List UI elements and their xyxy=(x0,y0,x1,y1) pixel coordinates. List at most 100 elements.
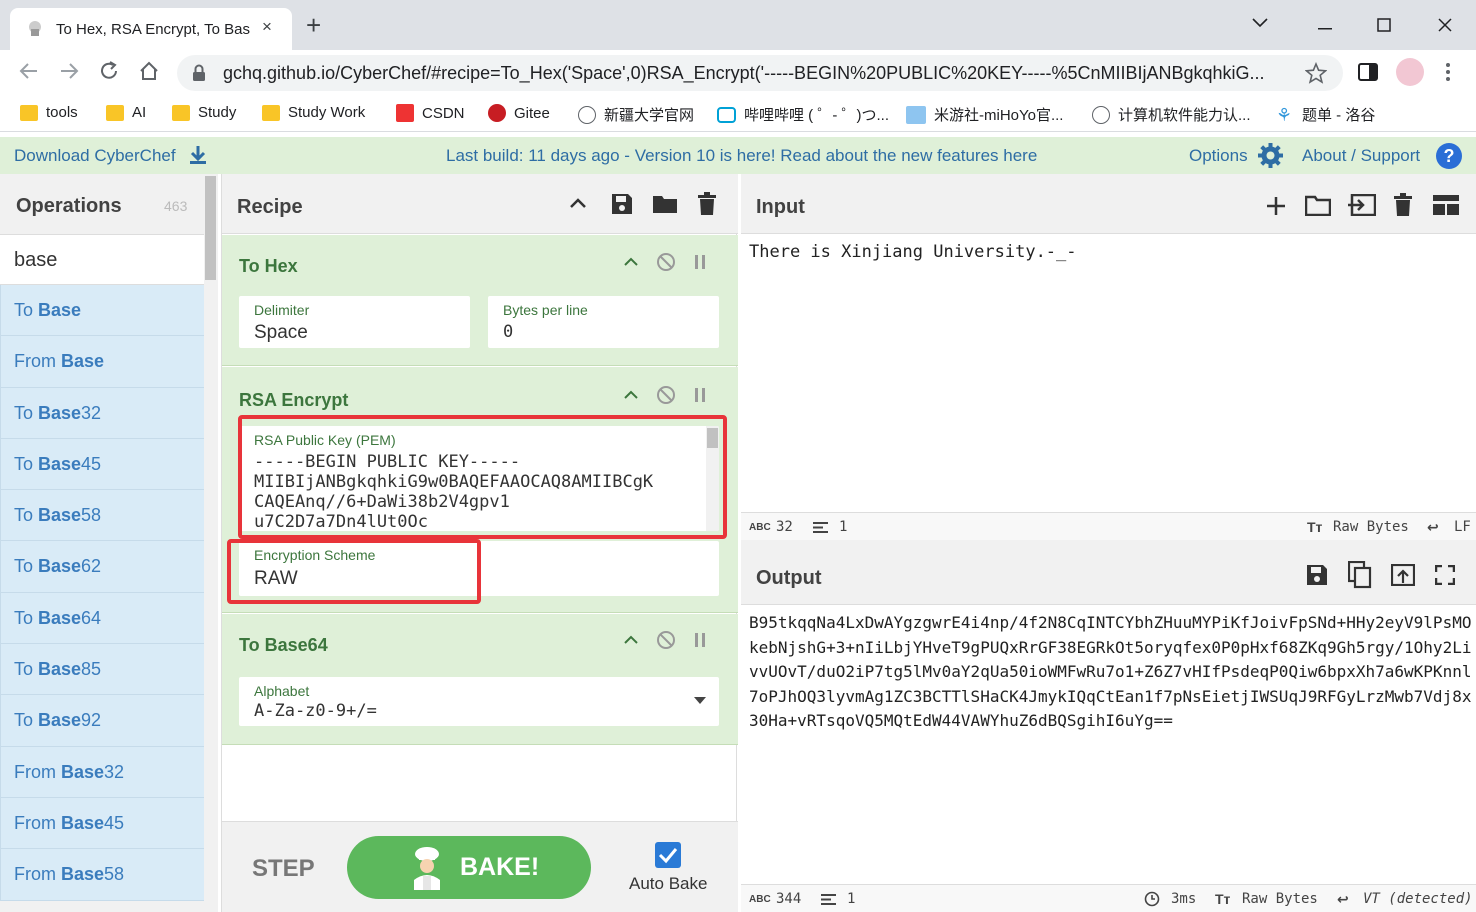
operations-scrollbar[interactable] xyxy=(204,174,218,912)
input-eol[interactable]: LF xyxy=(1454,519,1471,535)
disable-icon[interactable] xyxy=(656,630,676,650)
disable-icon[interactable] xyxy=(656,385,676,405)
help-icon[interactable]: ? xyxy=(1436,143,1462,169)
bytes-per-line-field[interactable]: Bytes per line 0 xyxy=(488,296,719,348)
disable-icon[interactable] xyxy=(656,252,676,272)
input-char-count: 32 xyxy=(776,519,793,535)
close-window-icon[interactable] xyxy=(1438,18,1452,32)
bookmark-study[interactable]: Study xyxy=(172,104,236,121)
rsa-encrypt-title[interactable]: RSA Encrypt xyxy=(239,390,348,411)
home-icon[interactable] xyxy=(138,60,160,82)
maximize-icon[interactable] xyxy=(1377,18,1391,32)
step-button[interactable]: STEP xyxy=(252,855,315,883)
bookmark-tools[interactable]: tools xyxy=(20,104,78,121)
layout-icon[interactable] xyxy=(1433,195,1459,215)
dropdown-caret-icon[interactable] xyxy=(694,697,706,705)
collapse-icon[interactable] xyxy=(624,390,638,399)
load-recipe-icon[interactable] xyxy=(652,194,678,214)
bookmark-csdn[interactable]: CSDN xyxy=(396,104,465,122)
bookmark-bilibili[interactable]: 哔哩哔哩 ( ゜- ゜)つ... xyxy=(717,104,889,125)
open-folder-icon[interactable] xyxy=(1305,194,1331,216)
folder-icon xyxy=(20,104,38,121)
back-icon[interactable] xyxy=(18,60,40,82)
lock-icon[interactable] xyxy=(192,64,206,82)
download-cyberchef-link[interactable]: Download CyberChef xyxy=(14,146,176,166)
breakpoint-icon[interactable] xyxy=(694,255,706,269)
search-value[interactable]: base xyxy=(14,249,57,272)
auto-bake-checkbox[interactable] xyxy=(655,842,681,868)
bookmark-gitee[interactable]: Gitee xyxy=(488,104,550,122)
operations-search-input[interactable]: base xyxy=(0,235,204,285)
url-text[interactable]: gchq.github.io/CyberChef/#recipe=To_Hex(… xyxy=(223,63,1303,84)
bookmark-study-work[interactable]: Study Work xyxy=(262,104,365,121)
delimiter-field[interactable]: Delimiter Space xyxy=(239,296,470,348)
bytes-per-line-value[interactable]: 0 xyxy=(503,322,513,342)
save-recipe-icon[interactable] xyxy=(611,193,633,215)
bookmark-ccf[interactable]: 计算机软件能力认... xyxy=(1092,104,1251,125)
input-textarea[interactable]: There is Xinjiang University.-_- xyxy=(749,242,1077,262)
operation-item[interactable]: To Base85 xyxy=(0,644,204,696)
bookmark-xju[interactable]: 新疆大学官网 xyxy=(578,104,694,125)
operation-item[interactable]: To Base32 xyxy=(0,387,204,439)
operation-item[interactable]: From Base32 xyxy=(0,746,204,798)
clear-recipe-icon[interactable] xyxy=(698,192,716,216)
collapse-all-icon[interactable] xyxy=(570,198,586,208)
url-bar[interactable]: gchq.github.io/CyberChef/#recipe=To_Hex(… xyxy=(177,55,1343,91)
bookmark-luogu[interactable]: ⚘ 题单 - 洛谷 xyxy=(1276,104,1375,125)
options-link[interactable]: Options xyxy=(1189,146,1248,166)
operation-item[interactable]: To Base64 xyxy=(0,592,204,645)
build-notice[interactable]: Last build: 11 days ago - Version 10 is … xyxy=(446,146,1037,166)
breakpoint-icon[interactable] xyxy=(694,388,706,402)
operation-suffix: 32 xyxy=(81,402,102,423)
profile-avatar[interactable] xyxy=(1396,58,1424,86)
about-support-link[interactable]: About / Support xyxy=(1302,146,1420,166)
operation-item[interactable]: From Base45 xyxy=(0,797,204,850)
clear-input-icon[interactable] xyxy=(1394,193,1412,217)
download-icon[interactable] xyxy=(188,145,208,165)
bake-button[interactable]: BAKE! xyxy=(347,836,591,899)
bookmark-ai[interactable]: AI xyxy=(106,104,146,121)
browser-tab[interactable]: To Hex, RSA Encrypt, To Bas × xyxy=(10,8,292,50)
to-base64-title[interactable]: To Base64 xyxy=(239,635,328,656)
to-hex-title[interactable]: To Hex xyxy=(239,256,298,277)
replace-input-icon[interactable] xyxy=(1391,564,1415,586)
save-output-icon[interactable] xyxy=(1306,564,1328,586)
operation-suffix: 45 xyxy=(81,453,102,474)
new-tab-button[interactable]: + xyxy=(306,12,321,38)
operation-item[interactable]: To Base58 xyxy=(0,490,204,542)
auto-bake-label[interactable]: Auto Bake xyxy=(629,874,707,894)
operation-item[interactable]: To Base45 xyxy=(0,438,204,491)
open-file-icon[interactable] xyxy=(1348,194,1376,216)
minimize-icon[interactable] xyxy=(1318,28,1332,30)
delimiter-value[interactable]: Space xyxy=(254,322,308,344)
add-tab-icon[interactable] xyxy=(1266,196,1286,216)
operation-item[interactable]: To Base92 xyxy=(0,695,204,747)
tab-search-icon[interactable] xyxy=(1252,18,1268,28)
operation-item[interactable]: From Base xyxy=(0,336,204,388)
reload-icon[interactable] xyxy=(98,60,120,82)
alphabet-field[interactable]: Alphabet A-Za-z0-9+/= xyxy=(239,677,719,726)
gear-icon[interactable] xyxy=(1258,143,1283,168)
operation-item[interactable]: To Base xyxy=(0,285,204,337)
collapse-icon[interactable] xyxy=(624,257,638,266)
copy-output-icon[interactable] xyxy=(1348,561,1372,589)
bookmark-mihoyo[interactable]: 米游社-miHoYo官... xyxy=(906,104,1063,125)
operation-item[interactable]: From Base58 xyxy=(0,849,204,901)
bookmark-star-icon[interactable] xyxy=(1305,62,1327,84)
scrollbar-thumb[interactable] xyxy=(205,176,216,280)
breakpoint-icon[interactable] xyxy=(694,633,706,647)
forward-icon[interactable] xyxy=(58,60,80,82)
collapse-icon[interactable] xyxy=(624,635,638,644)
tab-close-icon[interactable]: × xyxy=(262,17,272,37)
operation-item[interactable]: To Base62 xyxy=(0,541,204,593)
side-panel-icon[interactable] xyxy=(1358,63,1378,81)
output-encoding[interactable]: Raw Bytes xyxy=(1242,891,1318,907)
alphabet-value[interactable]: A-Za-z0-9+/= xyxy=(254,701,377,721)
maximize-output-icon[interactable] xyxy=(1435,565,1455,585)
output-textarea[interactable]: B95tkqqNa4LxDwAYgzgwrE4i4np/4f2N8CqINTCY… xyxy=(749,611,1473,734)
tab-title: To Hex, RSA Encrypt, To Bas xyxy=(56,21,250,38)
input-encoding[interactable]: Raw Bytes xyxy=(1333,519,1409,535)
operation-match: Base xyxy=(61,864,105,885)
menu-dots-icon[interactable] xyxy=(1445,62,1451,82)
output-eol[interactable]: VT (detected) xyxy=(1363,891,1473,907)
